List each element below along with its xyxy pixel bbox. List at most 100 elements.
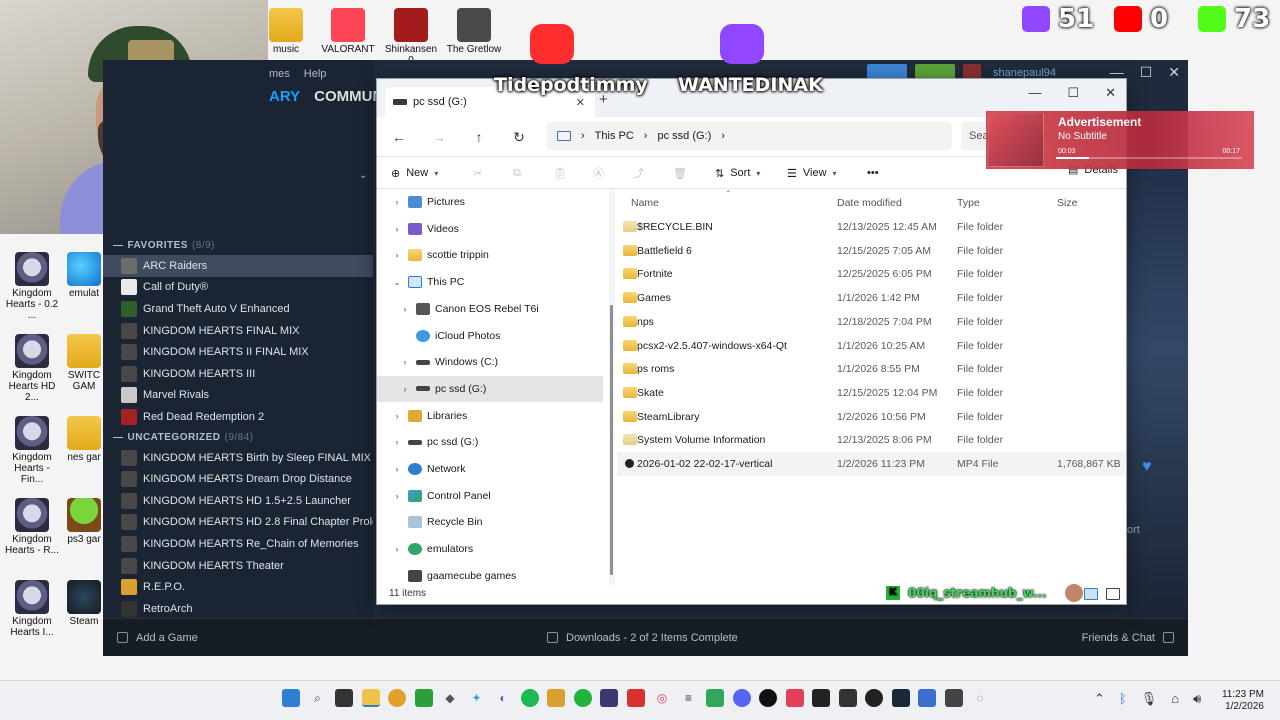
game-item[interactable]: KINGDOM HEARTS HD 2.8 Final Chapter Prol…: [103, 512, 373, 534]
details-view-icon[interactable]: [1084, 588, 1098, 600]
app-icon[interactable]: [944, 689, 963, 707]
game-item[interactable]: KINGDOM HEARTS III: [103, 363, 373, 385]
chevron-icon[interactable]: ›: [391, 491, 403, 501]
search-icon[interactable]: ⌕: [309, 689, 327, 707]
file-row[interactable]: SteamLibrary 1/2/2026 10:56 PM File folder: [617, 405, 1125, 429]
tiktok-icon[interactable]: [785, 689, 804, 707]
nav-item[interactable]: › Control Panel: [377, 483, 603, 509]
chevron-icon[interactable]: ›: [399, 357, 411, 367]
file-row[interactable]: Battlefield 6 12/15/2025 7:05 AM File fold…: [617, 239, 1125, 263]
desktop-icon-kh1[interactable]: Kingdom Hearts - 0.2 ...: [2, 252, 62, 321]
chevron-icon[interactable]: ›: [399, 384, 411, 394]
nav-item[interactable]: › emulators: [377, 536, 603, 562]
tiles-view-icon[interactable]: [1106, 588, 1120, 600]
rename-icon[interactable]: Ⓐ: [593, 163, 604, 183]
maximize-icon[interactable]: ☐: [1067, 85, 1079, 101]
paste-icon[interactable]: 📋︎: [553, 163, 567, 183]
forward-icon[interactable]: →: [427, 125, 451, 149]
app-icon[interactable]: [547, 689, 565, 707]
nav-library[interactable]: ARY: [269, 88, 300, 105]
app-icon[interactable]: [573, 689, 592, 707]
discord-icon[interactable]: [732, 689, 751, 707]
more-options-button[interactable]: •••: [867, 163, 879, 183]
file-row[interactable]: pcsx2-v2.5.407-windows-x64-Qt 1/1/2026 10…: [617, 334, 1125, 358]
app-icon[interactable]: ≡: [680, 689, 698, 707]
game-item[interactable]: KINGDOM HEARTS II FINAL MIX: [103, 341, 373, 363]
chevron-icon[interactable]: ›: [391, 464, 403, 474]
file-row[interactable]: Skate 12/15/2025 12:04 PM File folder: [617, 381, 1125, 405]
file-row[interactable]: 2026-01-02 22-02-17-vertical 1/2/2026 11:…: [617, 452, 1125, 476]
game-item[interactable]: KINGDOM HEARTS FINAL MIX: [103, 320, 373, 342]
app-icon[interactable]: [838, 689, 857, 707]
chevron-icon[interactable]: ›: [391, 544, 403, 554]
nav-item[interactable]: iCloud Photos: [377, 323, 603, 349]
downloads-button[interactable]: Downloads - 2 of 2 Items Complete: [547, 632, 738, 644]
nav-item[interactable]: › scottie trippin: [377, 242, 603, 268]
nav-item[interactable]: › Windows (C:): [377, 349, 603, 375]
app-icon[interactable]: [918, 689, 936, 707]
clock[interactable]: 11:23 PM 1/2/2026: [1222, 689, 1264, 713]
desktop-icon-kh3[interactable]: Kingdom Hearts - Fin...: [2, 416, 62, 485]
column-size[interactable]: Size: [1057, 197, 1077, 209]
game-item[interactable]: R.E.P.O.: [103, 576, 373, 598]
menu-help[interactable]: Help: [304, 68, 327, 80]
support-text[interactable]: ort: [1127, 524, 1140, 536]
chevron-icon[interactable]: ›: [391, 437, 403, 447]
game-item[interactable]: KINGDOM HEARTS Dream Drop Distance: [103, 468, 373, 490]
game-item[interactable]: KINGDOM HEARTS HD 1.5+2.5 Launcher: [103, 490, 373, 512]
close-icon[interactable]: ✕: [1168, 64, 1180, 81]
obs-icon[interactable]: [865, 689, 883, 707]
column-type[interactable]: Type: [957, 197, 980, 209]
game-item[interactable]: KINGDOM HEARTS Birth by Sleep FINAL MIX: [103, 447, 373, 469]
file-explorer-icon[interactable]: [361, 689, 380, 707]
file-row[interactable]: nps 12/18/2025 7:04 PM File folder: [617, 310, 1125, 334]
desktop-icon-ps3-games[interactable]: ps3 gar: [62, 498, 106, 545]
task-view-icon[interactable]: [335, 689, 353, 707]
game-item[interactable]: KINGDOM HEARTS Re_Chain of Memories: [103, 533, 373, 555]
app-icon[interactable]: [759, 689, 777, 707]
share-icon[interactable]: ⤴: [633, 163, 644, 183]
chrome-icon[interactable]: [388, 689, 406, 707]
nav-item[interactable]: ⌄ This PC: [377, 269, 603, 295]
app-icon[interactable]: [600, 689, 618, 707]
column-name[interactable]: Name: [631, 197, 659, 209]
desktop-icon-valorant[interactable]: VALORANT: [318, 8, 378, 55]
nav-item[interactable]: › pc ssd (G:): [377, 375, 603, 402]
app-icon[interactable]: ◎: [653, 689, 671, 707]
game-item[interactable]: Red Dead Redemption 2: [103, 406, 373, 428]
view-button[interactable]: ☰ View ▾: [787, 163, 837, 183]
desktop-icon-steam[interactable]: Steam: [62, 580, 106, 627]
network-icon[interactable]: ⌂: [1171, 691, 1179, 707]
menu-games[interactable]: mes: [269, 68, 290, 80]
volume-icon[interactable]: 🔊︎: [1193, 691, 1201, 707]
game-item[interactable]: Call of Duty®: [103, 277, 373, 299]
column-date-modified[interactable]: Date modified: [837, 197, 902, 209]
chevron-icon[interactable]: ›: [391, 250, 403, 260]
game-item[interactable]: Marvel Rivals: [103, 385, 373, 407]
file-row[interactable]: Fortnite 12/25/2025 6:05 PM File folder: [617, 262, 1125, 286]
game-item[interactable]: KINGDOM HEARTS Theater: [103, 555, 373, 577]
steam-icon[interactable]: [891, 689, 910, 707]
chevron-down-icon[interactable]: ⌄: [359, 170, 367, 181]
copy-icon[interactable]: ⧉: [513, 163, 521, 183]
file-row[interactable]: ps roms 1/1/2026 8:55 PM File folder: [617, 357, 1125, 381]
game-item[interactable]: ARC Raiders: [103, 255, 373, 277]
chevron-icon[interactable]: ›: [399, 304, 411, 314]
desktop-icon-kh2[interactable]: Kingdom Hearts HD 2...: [2, 334, 62, 403]
nav-item[interactable]: › Network: [377, 456, 603, 482]
up-icon[interactable]: ↑: [467, 125, 491, 149]
game-item[interactable]: Grand Theft Auto V Enhanced: [103, 298, 373, 320]
desktop-icon-switch-games[interactable]: SWITC GAM: [62, 334, 106, 392]
file-row[interactable]: System Volume Information 12/13/2025 8:06…: [617, 428, 1125, 452]
refresh-icon[interactable]: ↻: [507, 125, 531, 149]
cut-icon[interactable]: ✂: [473, 163, 482, 183]
file-row[interactable]: $RECYCLE.BIN 12/13/2025 12:45 AM File fold…: [617, 215, 1125, 239]
app-icon[interactable]: ✦: [468, 689, 486, 707]
heart-icon[interactable]: ♥: [1142, 458, 1152, 476]
desktop-icon-music[interactable]: music: [256, 8, 316, 55]
chevron-icon[interactable]: ›: [391, 411, 403, 421]
file-row[interactable]: Games 1/1/2026 1:42 PM File folder: [617, 286, 1125, 310]
delete-icon[interactable]: 🗑︎: [673, 163, 687, 183]
minimize-icon[interactable]: —: [1028, 85, 1041, 101]
desktop-icon-nes-games[interactable]: nes gar: [62, 416, 106, 463]
